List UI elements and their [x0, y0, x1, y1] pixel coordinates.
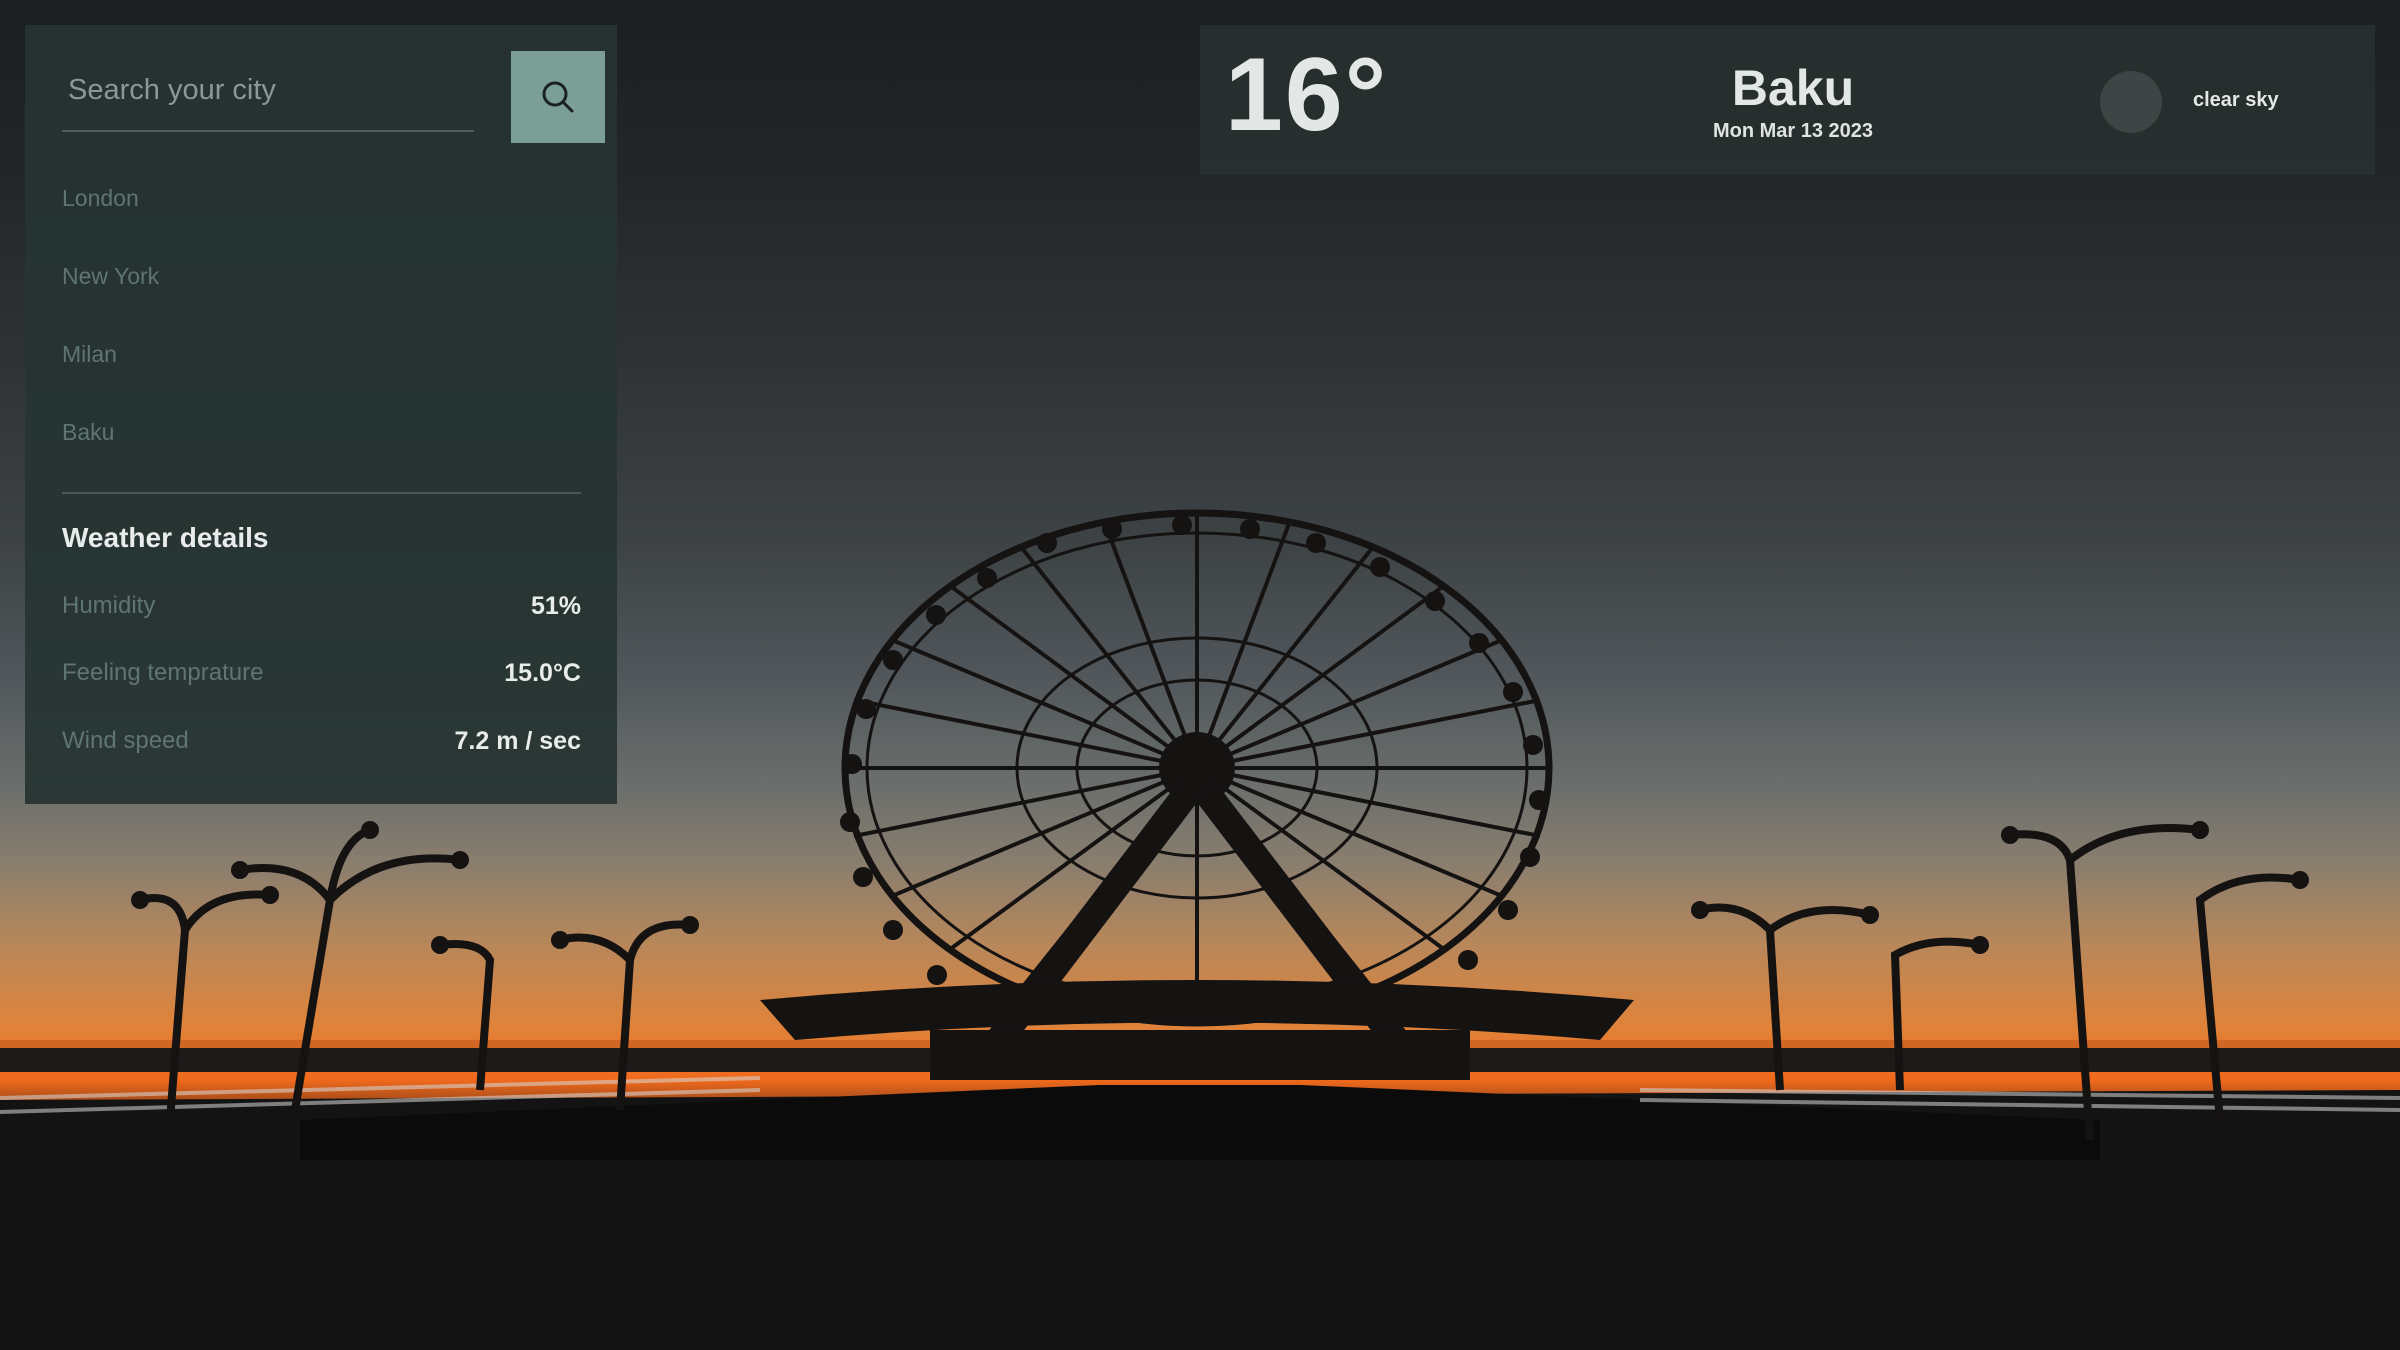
wind-speed-value: 7.2 m / sec: [454, 727, 581, 755]
current-weather-panel: 16° Baku Mon Mar 13 2023 clear sky: [1200, 25, 2375, 175]
temperature: 16°: [1225, 37, 1389, 153]
recent-cities-list: London New York Milan Baku: [62, 178, 582, 490]
city-name: Baku: [1731, 60, 1855, 116]
wind-speed-label: Wind speed: [62, 727, 189, 754]
humidity-row: Humidity 51%: [62, 592, 581, 632]
city-item-london[interactable]: London: [62, 178, 582, 256]
city-item-milan[interactable]: Milan: [62, 334, 582, 412]
humidity-label: Humidity: [62, 592, 156, 619]
city-item-baku[interactable]: Baku: [62, 412, 582, 490]
weather-description: clear sky: [2193, 89, 2279, 111]
search-button[interactable]: [511, 51, 605, 143]
search-icon: [542, 81, 574, 113]
feels-like-value: 15.0°C: [504, 659, 581, 687]
weather-details-title: Weather details: [62, 522, 269, 553]
wind-speed-row: Wind speed 7.2 m / sec: [62, 727, 581, 767]
divider: [62, 492, 581, 494]
search-bar: [62, 38, 606, 156]
humidity-value: 51%: [530, 592, 581, 620]
feels-like-row: Feeling temprature 15.0°C: [62, 659, 581, 699]
city-item-new-york[interactable]: New York: [62, 256, 582, 334]
sidebar-panel: London New York Milan Baku Weather detai…: [25, 25, 617, 804]
feels-like-label: Feeling temprature: [62, 659, 264, 686]
current-date: Mon Mar 13 2023: [1712, 120, 1874, 142]
search-input[interactable]: [62, 50, 474, 132]
weather-condition-icon: [2100, 71, 2162, 133]
